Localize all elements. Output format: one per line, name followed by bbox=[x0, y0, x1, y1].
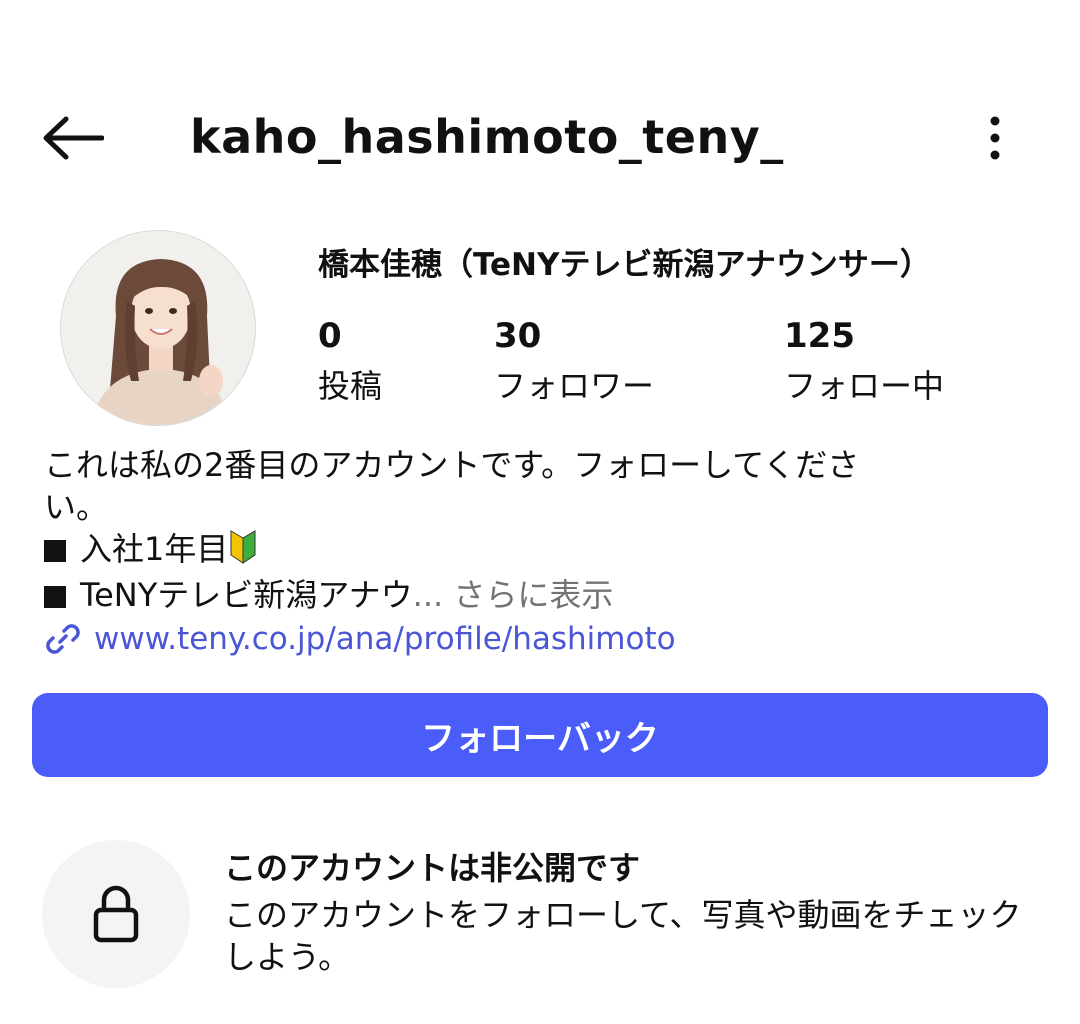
follow-back-button[interactable]: フォローバック bbox=[32, 693, 1048, 777]
bio-line-2: い。 bbox=[44, 488, 109, 526]
posts-count-value: 0 bbox=[318, 316, 342, 356]
private-lock-badge bbox=[42, 840, 190, 988]
profile-link-text: www.teny.co.jp/ana/profile/hashimoto bbox=[94, 621, 676, 657]
lock-icon bbox=[93, 885, 139, 943]
bio-line-4-text: TeNYテレビ新潟アナウ bbox=[80, 576, 413, 614]
arrow-left-icon bbox=[43, 116, 104, 160]
private-account-description: このアカウントをフォローして、写真や動画をチェックしよう。 bbox=[224, 896, 1022, 976]
profile-username: kaho_hashimoto_teny_ bbox=[190, 110, 784, 164]
posts-count-label: 投稿 bbox=[318, 367, 383, 405]
posts-count: 0 投稿 bbox=[318, 310, 382, 410]
bullet-square-icon bbox=[44, 540, 66, 562]
bio-line-3: 入社1年目 bbox=[44, 528, 1004, 574]
japanese-beginner-mark-icon bbox=[230, 530, 256, 574]
following-count-value: 125 bbox=[784, 316, 855, 356]
private-account-title: このアカウントは非公開です bbox=[224, 849, 641, 887]
bio-line-3-text: 入社1年目 bbox=[80, 530, 229, 568]
more-options-button[interactable] bbox=[972, 110, 1018, 166]
bullet-square-icon bbox=[44, 586, 66, 608]
bio-line-4: TeNYテレビ新潟アナウ... さらに表示 bbox=[44, 574, 1004, 616]
avatar-photo bbox=[61, 231, 255, 425]
link-icon bbox=[46, 624, 80, 654]
following-count[interactable]: 125 フォロー中 bbox=[784, 310, 944, 410]
profile-page: kaho_hashimoto_teny_ 橋本佳穂（TeNYテレビ新潟アナウンサ… bbox=[0, 0, 1080, 1024]
followers-count-value: 30 bbox=[494, 316, 542, 356]
profile-link[interactable]: www.teny.co.jp/ana/profile/hashimoto bbox=[44, 616, 676, 662]
back-button[interactable] bbox=[40, 108, 106, 168]
bio-ellipsis: ... bbox=[412, 576, 444, 614]
profile-bio: これは私の2番目のアカウントです。フォローしてくださ い。 入社1年目 TeNY… bbox=[44, 444, 1004, 616]
see-more-link[interactable]: さらに表示 bbox=[453, 576, 613, 614]
followers-count[interactable]: 30 フォロワー bbox=[494, 310, 654, 410]
followers-count-label: フォロワー bbox=[494, 367, 655, 405]
bio-line-1: これは私の2番目のアカウントです。フォローしてくださ bbox=[44, 446, 860, 484]
following-count-label: フォロー中 bbox=[784, 367, 945, 405]
profile-avatar[interactable] bbox=[60, 230, 256, 426]
profile-display-name: 橋本佳穂（TeNYテレビ新潟アナウンサー） bbox=[318, 247, 931, 283]
more-vertical-icon bbox=[990, 116, 1000, 160]
